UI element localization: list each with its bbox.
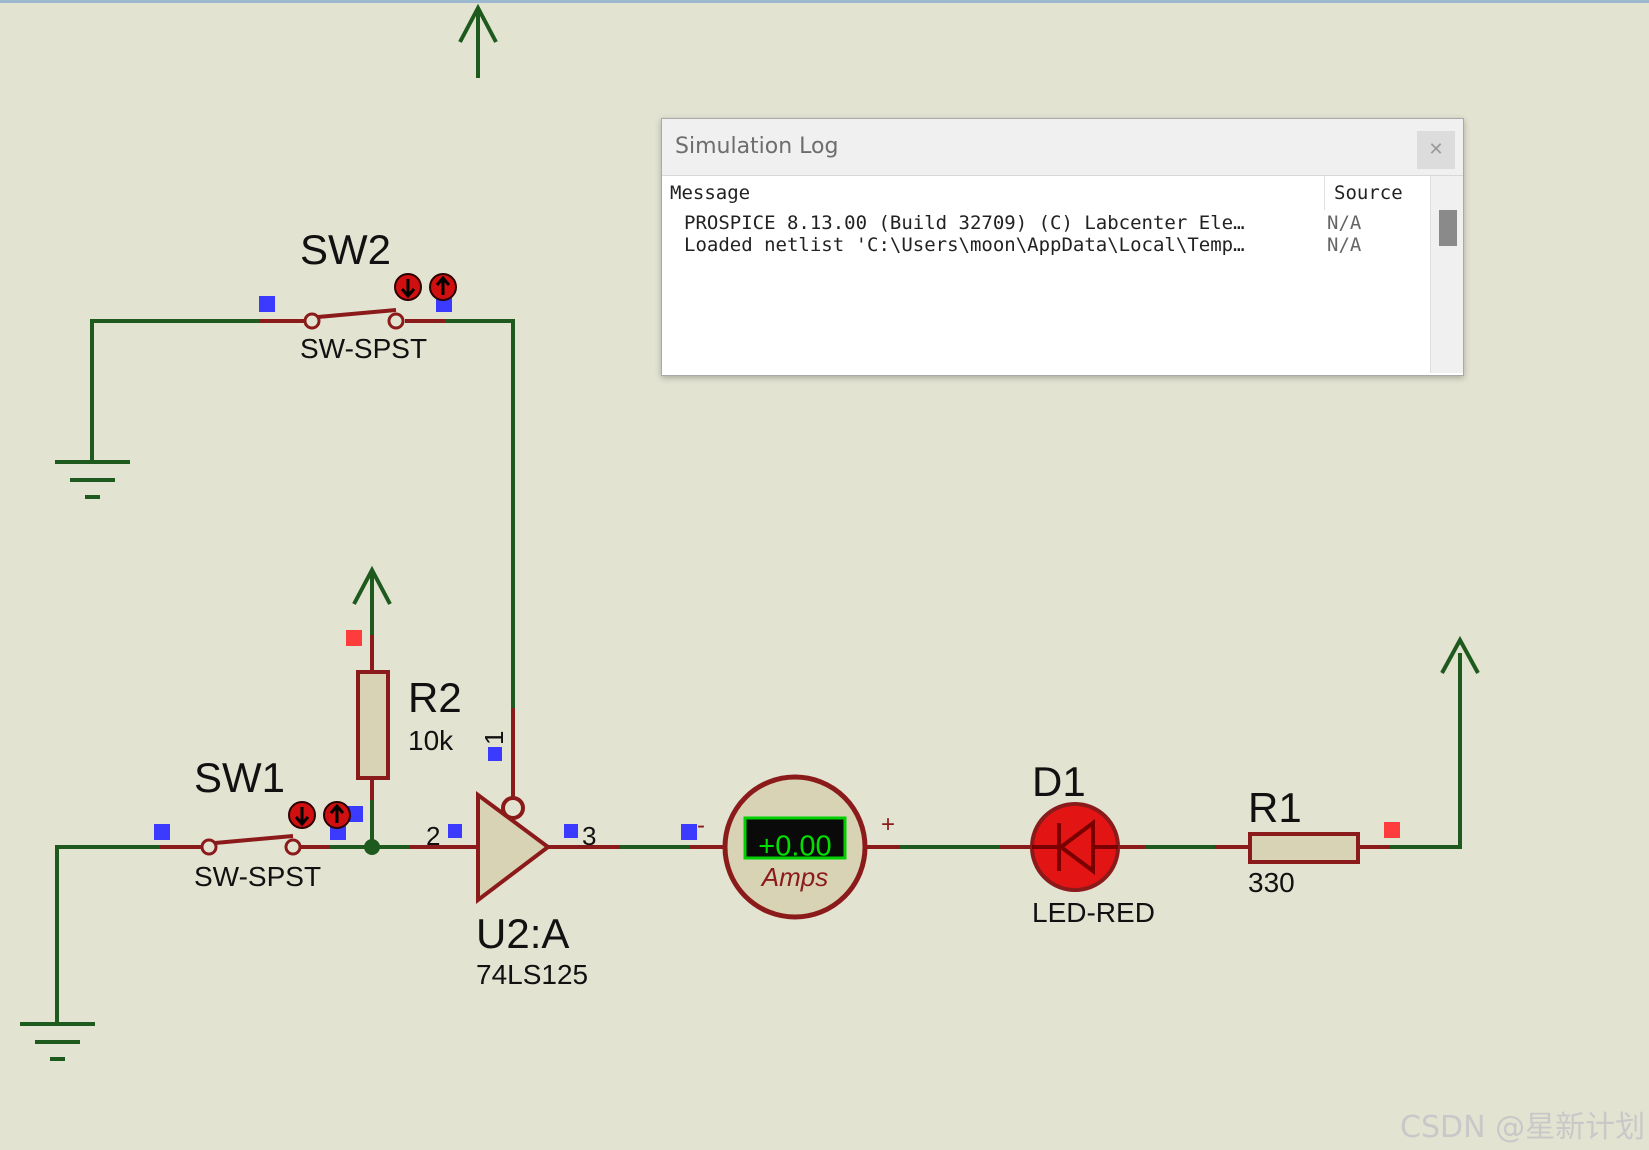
- pin-marker: [681, 824, 697, 840]
- r1-ref-label: R1: [1248, 784, 1302, 831]
- pin-marker: [488, 747, 502, 761]
- simulation-log-window[interactable]: Simulation Log ✕ Message Source PROSPICE…: [661, 118, 1464, 376]
- junction-dot: [364, 839, 380, 855]
- simulation-log-title: Simulation Log: [675, 134, 839, 159]
- r2-resistor[interactable]: [346, 630, 390, 800]
- d1-ref-label: D1: [1032, 758, 1086, 805]
- watermark: CSDN @星新计划: [1400, 1110, 1646, 1145]
- sw2-switch[interactable]: [259, 296, 452, 330]
- sw1-value-label: SW-SPST: [194, 861, 321, 892]
- simulation-log-titlebar[interactable]: Simulation Log ✕: [662, 119, 1463, 176]
- switch-up-icon[interactable]: [323, 801, 351, 829]
- log-row[interactable]: PROSPICE 8.13.00 (Build 32709) (C) Labce…: [684, 212, 1414, 234]
- column-header-source[interactable]: Source: [1334, 182, 1403, 204]
- r2-ref-label: R2: [408, 674, 462, 721]
- sw2-toggle-controls[interactable]: [394, 273, 457, 301]
- log-row[interactable]: Loaded netlist 'C:\Users\moon\AppData\Lo…: [684, 234, 1414, 256]
- log-message: PROSPICE 8.13.00 (Build 32709) (C) Labce…: [684, 212, 1245, 234]
- ground-symbol-sw2: [55, 460, 130, 499]
- switch-up-icon[interactable]: [429, 273, 457, 301]
- pin-marker: [259, 296, 275, 312]
- r1-resistor[interactable]: [1215, 822, 1400, 864]
- ammeter-unit-label: Amps: [760, 862, 828, 892]
- pin-marker: [448, 824, 462, 838]
- u2-ref-label: U2:A: [476, 910, 569, 957]
- r1-value-label: 330: [1248, 867, 1295, 898]
- pin-marker: [154, 824, 170, 840]
- u2-pin2-label: 2: [426, 821, 440, 851]
- scrollbar-thumb[interactable]: [1439, 210, 1457, 246]
- close-icon[interactable]: ✕: [1417, 131, 1455, 169]
- log-message: Loaded netlist 'C:\Users\moon\AppData\Lo…: [684, 234, 1245, 256]
- pin-marker: [346, 630, 362, 646]
- pin-marker: [1384, 822, 1400, 838]
- u2-pin1-label: 1: [479, 731, 509, 745]
- ground-symbol-sw1: [20, 1022, 95, 1061]
- u2-value-label: 74LS125: [476, 959, 588, 990]
- switch-down-icon[interactable]: [394, 273, 422, 301]
- switch-down-icon[interactable]: [288, 801, 316, 829]
- u2-pin3-label: 3: [582, 821, 596, 851]
- ammeter-minus-label: -: [697, 812, 705, 839]
- log-source: N/A: [1327, 234, 1362, 256]
- pin-marker: [564, 824, 578, 838]
- log-source: N/A: [1327, 212, 1362, 234]
- log-table-header: Message Source: [662, 176, 1424, 210]
- sw2-value-label: SW-SPST: [300, 333, 427, 364]
- sw2-ref-label: SW2: [300, 226, 391, 273]
- ammeter-plus-label: +: [881, 811, 895, 838]
- r2-value-label: 10k: [408, 725, 454, 756]
- ammeter-reading: +0.00: [758, 831, 831, 863]
- column-divider[interactable]: [1324, 176, 1325, 210]
- d1-value-label: LED-RED: [1032, 897, 1155, 928]
- sw1-toggle-controls[interactable]: [288, 801, 351, 829]
- sw1-ref-label: SW1: [194, 754, 285, 801]
- column-header-message[interactable]: Message: [670, 182, 750, 204]
- d1-led[interactable]: [1000, 802, 1145, 892]
- log-scrollbar[interactable]: [1430, 176, 1463, 373]
